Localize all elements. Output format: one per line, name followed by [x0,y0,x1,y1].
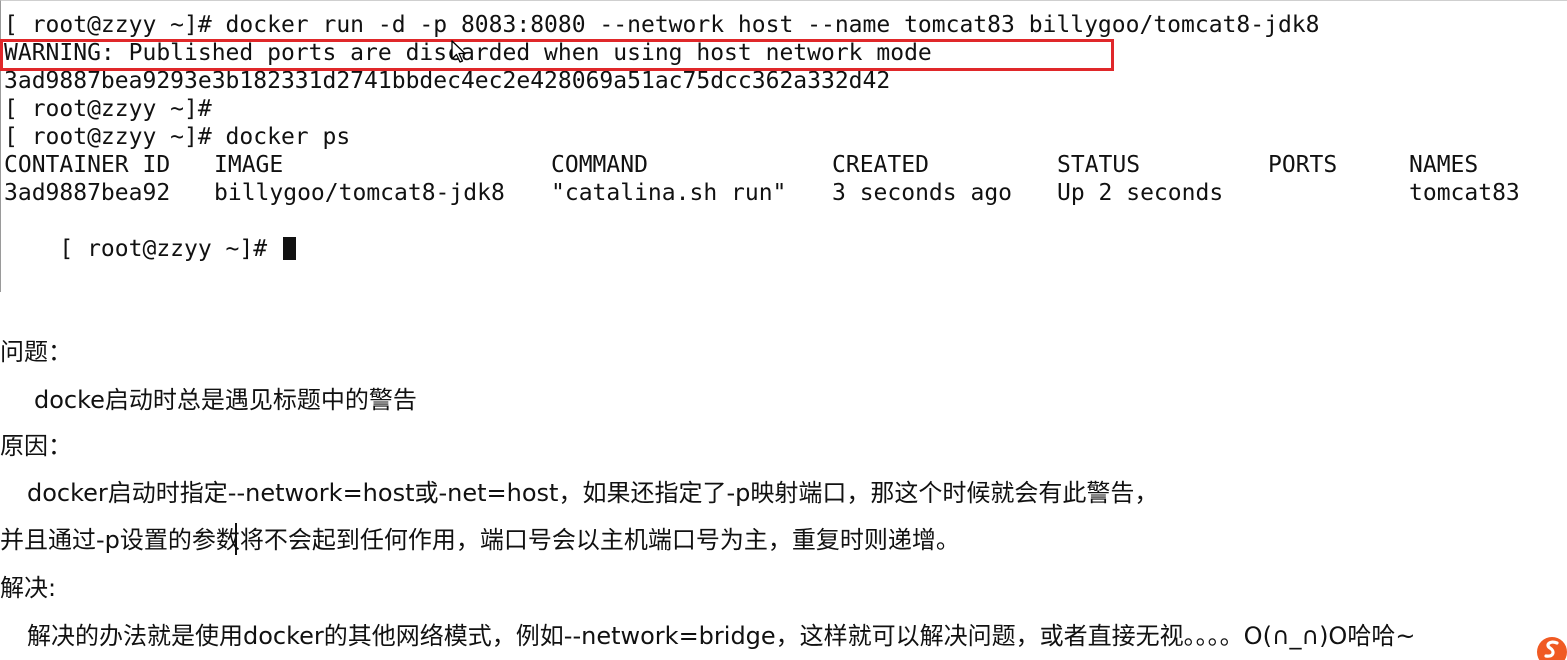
terminal-line-warning: WARNING: Published ports are discarded w… [4,40,932,66]
terminal-current-prompt-line[interactable]: [ root@zzyy ~]# [4,207,296,262]
cell-names: tomcat83 [1409,180,1520,206]
header-names: NAMES [1409,152,1479,178]
question-heading: 问题： [0,338,72,366]
header-created: CREATED [832,152,929,178]
cell-command: "catalina.sh run" [551,180,787,206]
notes-section: 问题： docke启动时总是遇见标题中的警告 原因： docker启动时指定--… [0,292,1567,660]
solution-heading: 解决: [0,574,57,602]
header-container-id: CONTAINER ID [4,152,171,178]
question-text: docke启动时总是遇见标题中的警告 [34,386,417,414]
terminal-prompt: [ root@zzyy ~]# [59,236,268,262]
cell-status: Up 2 seconds [1057,180,1224,206]
reason-line-2: 并且通过-p设置的参数将不会起到任何作用，端口号会以主机端口号为主，重复时则递增… [0,526,960,554]
sogou-ime-icon[interactable] [1530,632,1567,660]
header-command: COMMAND [551,152,648,178]
reason-line-1: docker启动时指定--network=host或-net=host，如果还指… [27,479,1159,507]
terminal-line-empty-prompt: [ root@zzyy ~]# [4,96,212,122]
text-caret [235,523,237,555]
cell-container-id: 3ad9887bea92 [4,180,171,206]
terminal-output[interactable]: [ root@zzyy ~]# docker run -d -p 8083:80… [0,0,1567,292]
reason-heading: 原因： [0,432,72,460]
solution-text: 解决的办法就是使用docker的其他网络模式，例如--network=bridg… [27,622,1416,650]
terminal-line-container-hash: 3ad9887bea9293e3b182331d2741bbdec4ec2e42… [4,68,891,94]
header-status: STATUS [1057,152,1141,178]
cell-image: billygoo/tomcat8-jdk8 [214,180,505,206]
mouse-pointer-icon [451,40,466,63]
terminal-line-run-command: [ root@zzyy ~]# docker run -d -p 8083:80… [4,12,1320,38]
header-image: IMAGE [214,152,284,178]
terminal-cursor [282,237,296,260]
cell-created: 3 seconds ago [832,180,1013,206]
header-ports: PORTS [1268,152,1338,178]
terminal-line-ps-command: [ root@zzyy ~]# docker ps [4,124,351,150]
